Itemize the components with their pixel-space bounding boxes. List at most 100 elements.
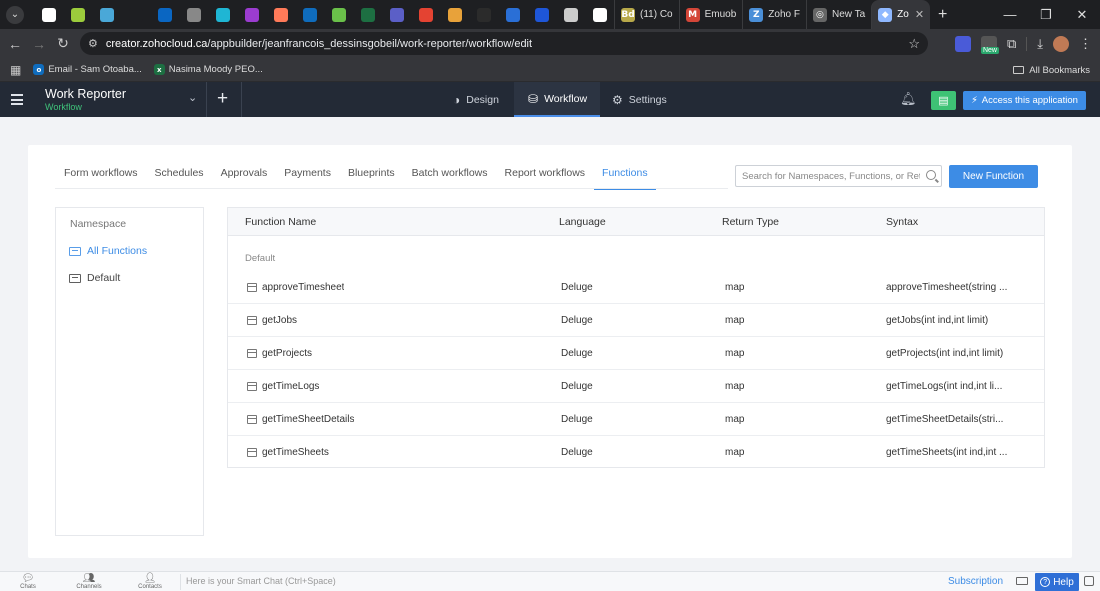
tab-approvals[interactable]: Approvals [212,167,276,190]
browser-tab[interactable]: Z Zoho F [742,0,806,29]
function-name-cell: approveTimesheet [262,282,345,293]
pinned-tab[interactable] [237,0,266,29]
pinned-tab[interactable] [527,0,556,29]
pinned-tab[interactable] [324,0,353,29]
pinned-tab[interactable] [469,0,498,29]
apps-grid-icon[interactable]: ▦ [10,63,21,77]
channels-button[interactable]: 👥︎ Channels [69,574,109,591]
access-application-button[interactable]: ⚡︎ Access this application [963,91,1086,110]
bookmark-item[interactable]: x Nasima Moody PEO... [153,64,263,75]
smart-chat-input[interactable]: Here is your Smart Chat (Ctrl+Space) [186,576,336,586]
download-icon[interactable]: ⤓ [1037,36,1043,52]
app-switcher-chevron-icon[interactable]: ⌄ [188,91,197,104]
bookmark-star-icon[interactable]: ☆ [908,36,920,52]
close-tab-icon[interactable]: ✕ [915,8,924,21]
table-row[interactable]: approveTimesheet Deluge map approveTimeshee… [228,271,1044,304]
tab-blueprints[interactable]: Blueprints [339,167,403,190]
pinned-tab[interactable] [556,0,585,29]
pinned-tab[interactable] [353,0,382,29]
table-row[interactable]: getTimeSheets Deluge map getTimeSheets(int … [228,436,1044,469]
close-window-icon[interactable]: ✕ [1064,7,1100,23]
more-menu-icon[interactable]: ⋮ [1079,36,1092,52]
nav-design[interactable]: ◑ Design [439,82,513,117]
restore-icon[interactable]: ❐ [1028,7,1064,23]
puzzle-extensions-icon[interactable]: ⧉ [1007,36,1016,52]
bell-icon[interactable]: 🔔︎ [900,91,917,107]
search-icon[interactable] [926,170,936,180]
syntax-cell: getTimeSheets(int ind,int ... [886,447,1008,458]
add-icon[interactable]: + [217,88,228,110]
return-type-cell: map [725,381,745,392]
pinned-tab[interactable] [411,0,440,29]
keyboard-icon[interactable] [1016,577,1028,585]
group-label: Default [245,253,276,264]
column-function-name[interactable]: Function Name [245,216,316,228]
hamburger-menu-icon[interactable] [11,94,23,108]
pinned-tab[interactable] [440,0,469,29]
excel-icon [360,7,375,22]
nav-workflow[interactable]: ⛁ Workflow [514,82,600,117]
table-row[interactable]: getTimeSheetDetails Deluge map getTimeSheet… [228,403,1044,436]
pinned-tab[interactable] [150,0,179,29]
pinned-tab[interactable] [266,0,295,29]
table-row[interactable]: getJobs Deluge map getJobs(int ind,int limi… [228,304,1044,337]
nav-settings-label: Settings [628,93,667,106]
pinned-tab[interactable] [34,0,63,29]
tab-search-chevron-icon[interactable]: ⌄ [6,5,24,24]
chats-button[interactable]: 💬︎ Chats [8,574,48,591]
forward-icon[interactable]: → [27,36,51,52]
site-info-icon[interactable]: ⚙ [88,37,98,50]
pinned-tab[interactable] [585,0,614,29]
column-syntax[interactable]: Syntax [886,216,918,228]
namespace-item-default[interactable]: Default [69,272,120,284]
workflow-card: Form workflows Schedules Approvals Payments… [28,145,1072,558]
tab-report-workflows[interactable]: Report workflows [496,167,594,190]
namespace-panel: Namespace All Functions Default [55,207,204,536]
browser-tab[interactable]: M Emuob [678,0,743,29]
table-row[interactable]: getTimeLogs Deluge map getTimeLogs(int ind,… [228,370,1044,403]
new-tab-button[interactable]: + [938,6,947,24]
pinned-tab[interactable] [208,0,237,29]
tab-batch-workflows[interactable]: Batch workflows [403,167,496,190]
canva-icon [215,7,230,22]
pinned-tab[interactable] [498,0,527,29]
extension-new-icon[interactable]: New [980,35,999,54]
reload-icon[interactable]: ↻ [51,35,75,52]
function-search-input[interactable] [742,170,920,182]
help-button[interactable]: ? Help [1035,573,1079,591]
table-row[interactable]: getProjects Deluge map getProjects(int ind,… [228,337,1044,370]
back-icon[interactable]: ← [3,36,27,52]
pinned-tab[interactable] [179,0,208,29]
browser-tab[interactable]: Bd (11) Co [614,0,679,29]
pinned-tab[interactable] [382,0,411,29]
bookmark-list: o Email - Sam Otoaba... x Nasima Moody PEO.… [21,64,263,75]
browser-tab[interactable]: ◎ New Ta [805,0,871,29]
pinned-tab[interactable] [92,0,121,29]
minimize-icon[interactable]: — [992,7,1028,22]
app-grid-button[interactable]: ▤ [931,91,956,110]
browser-tab[interactable]: ◆ Zo ✕ [871,0,931,29]
namespace-item-all-functions[interactable]: All Functions [69,245,147,257]
tab-payments[interactable]: Payments [276,167,340,190]
bookmark-item[interactable]: o Email - Sam Otoaba... [33,64,142,75]
new-function-button[interactable]: New Function [949,165,1038,188]
function-search[interactable] [735,165,942,187]
contacts-button[interactable]: 👤︎ Contacts [130,574,170,591]
column-language[interactable]: Language [559,216,606,228]
tab-form-workflows[interactable]: Form workflows [64,167,146,190]
tab-functions[interactable]: Functions [593,167,657,190]
nav-settings[interactable]: ⚙ Settings [598,82,681,117]
extension-icon[interactable] [954,35,971,52]
pinned-tab[interactable] [295,0,324,29]
pinned-tab[interactable] [121,0,150,29]
function-icon [247,382,257,391]
subscription-link[interactable]: Subscription [948,576,1003,587]
feedback-icon[interactable] [1084,576,1094,586]
column-return-type[interactable]: Return Type [722,216,779,228]
pinned-tab[interactable] [63,0,92,29]
address-bar[interactable]: ⚙ creator.zohocloud.ca/appbuilder/jeanfr… [80,32,928,55]
profile-avatar[interactable] [1053,35,1069,52]
tab-schedules[interactable]: Schedules [146,167,212,190]
hubspot-icon [273,7,288,22]
all-bookmarks-button[interactable]: All Bookmarks [1013,58,1090,82]
